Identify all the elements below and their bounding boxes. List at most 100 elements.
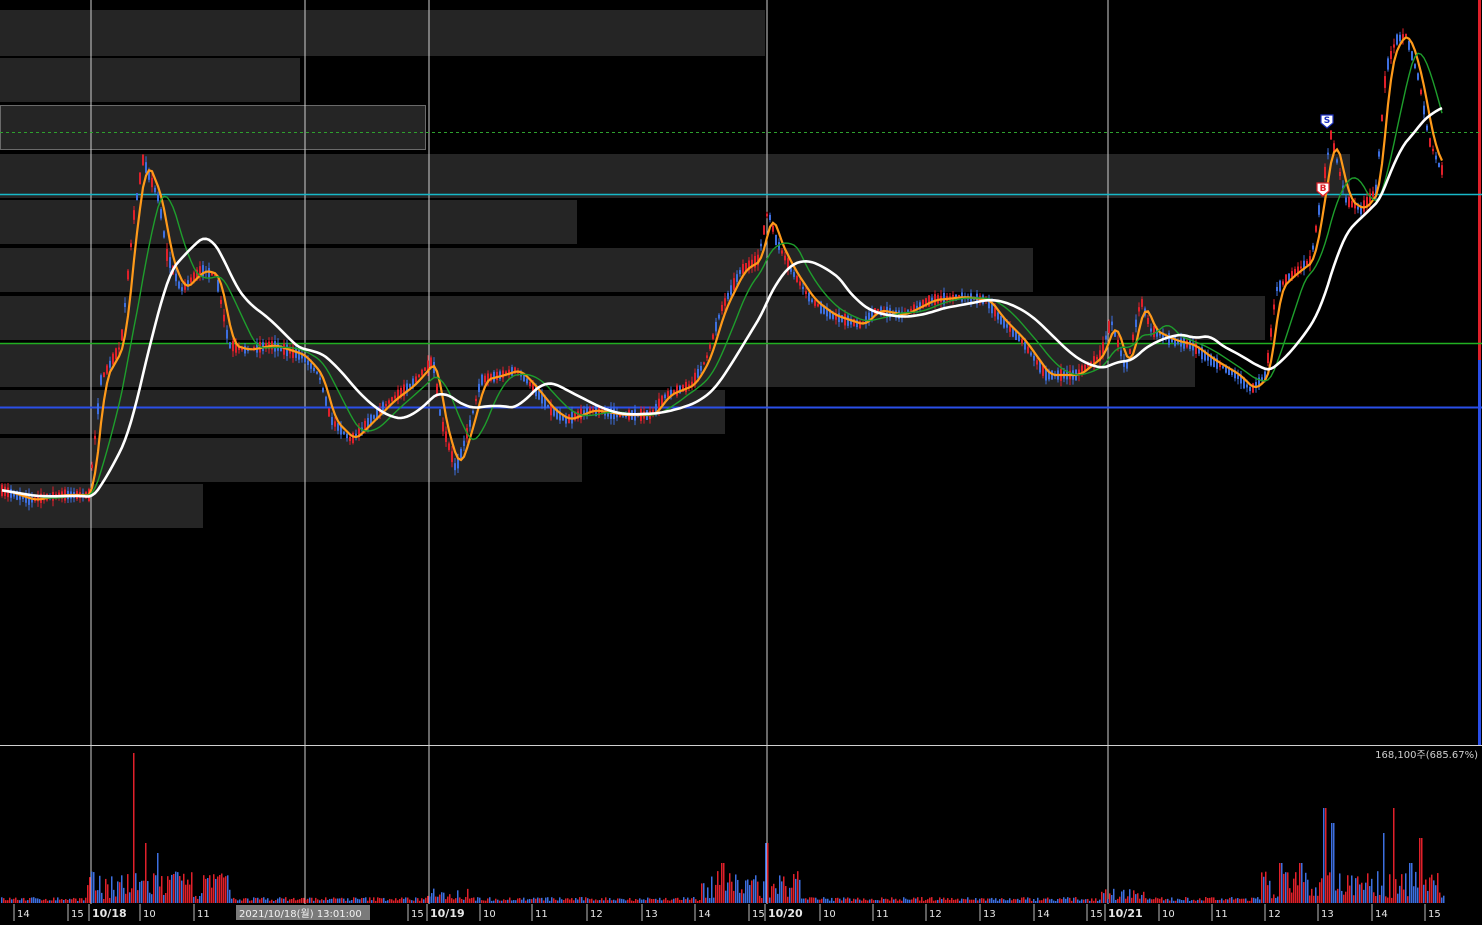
candle [343, 431, 345, 435]
volume-bar [185, 884, 187, 903]
volume-bar [1225, 899, 1227, 903]
volume-bar [113, 889, 115, 903]
volume-bar [865, 899, 867, 903]
volume-bar [217, 876, 219, 903]
volume-bar [1121, 891, 1123, 903]
volume-bar [1241, 898, 1243, 903]
volume-bar [707, 887, 709, 903]
volume-bar [1091, 898, 1093, 903]
x-axis-tick-label: 10 [1162, 909, 1175, 920]
volume-bar [955, 899, 957, 903]
volume-bar [1051, 898, 1053, 903]
volume-bar [377, 897, 379, 903]
volume-bar [181, 880, 183, 903]
volume-bar [149, 892, 151, 903]
volume-bar [621, 898, 623, 903]
volume-bar [121, 875, 123, 903]
volume-bar [407, 897, 409, 903]
candle [190, 277, 192, 283]
chart-root[interactable]: S B 168,100주(685.67%) 14 15 10/18 10 11 15 10/19… [0, 0, 1482, 921]
volume-bar [703, 883, 705, 903]
volume-bar [763, 881, 765, 903]
candle [472, 410, 474, 414]
candle [10, 488, 12, 498]
volume-bar [1417, 887, 1419, 903]
candle [331, 417, 333, 425]
candle [1108, 321, 1110, 333]
candle [802, 286, 804, 290]
candle [1030, 352, 1032, 356]
volume-bar [159, 886, 161, 903]
volume-bar [1159, 898, 1161, 903]
candle [1282, 281, 1284, 285]
volume-bar [699, 900, 701, 903]
volume-bar [647, 897, 649, 903]
volume-bar [851, 900, 853, 903]
volume-bar [963, 898, 965, 903]
volume-bar [501, 900, 503, 903]
volume-bar [517, 898, 519, 903]
volume-bar [901, 900, 903, 903]
volume-bar [1253, 897, 1255, 903]
volume-bar [1345, 891, 1347, 903]
volume-bar [469, 898, 471, 903]
volume-bar [337, 898, 339, 903]
volume-bar [1331, 823, 1333, 903]
volume-bar [839, 898, 841, 903]
x-axis-tick-label: 11 [876, 909, 889, 920]
volume-bar [917, 897, 919, 903]
volume-bar [1097, 900, 1099, 903]
volume-bar [853, 898, 855, 903]
volume-bar [1391, 897, 1393, 903]
volume-bar [157, 853, 159, 903]
volume-bar [1213, 897, 1215, 903]
volume-bar [589, 899, 591, 903]
volume-bar [1183, 900, 1185, 903]
volume-bar [941, 899, 943, 903]
volume-bar [225, 876, 227, 903]
volume-bar [751, 880, 753, 903]
candle [181, 287, 183, 291]
volume-bar [837, 897, 839, 903]
volume-bar [1397, 893, 1399, 903]
volume-bar [403, 898, 405, 903]
volume-bar [1423, 884, 1425, 903]
volume-bar [1273, 894, 1275, 903]
candle [103, 372, 105, 377]
volume-bar [1275, 897, 1277, 903]
volume-bar [1341, 890, 1343, 903]
volume-bar [203, 875, 205, 903]
x-axis-tick-label: 15 [1090, 909, 1103, 920]
volume-bar [1177, 898, 1179, 903]
volume-bar [79, 898, 81, 903]
volume-bar [1107, 899, 1109, 903]
volume-bar [807, 899, 809, 903]
x-axis-tick-label: 14 [1375, 909, 1388, 920]
candle [724, 298, 726, 306]
volume-bar [905, 898, 907, 903]
volume-bar [975, 898, 977, 903]
volume-bar [1017, 898, 1019, 903]
volume-bar [69, 898, 71, 903]
volume-bar [771, 886, 773, 903]
candle [1270, 328, 1272, 337]
volume-bar [75, 898, 77, 903]
candle [799, 281, 801, 286]
candle [424, 367, 426, 371]
volume-bar [107, 884, 109, 903]
volume-bar [119, 882, 121, 903]
volume-bar [1139, 898, 1141, 903]
candle [1018, 334, 1020, 342]
candle [124, 303, 126, 307]
volume-bar [1189, 900, 1191, 903]
volume-bar [95, 890, 97, 903]
volume-bar [1019, 900, 1021, 903]
volume-bar [631, 900, 633, 903]
price-chart[interactable]: S B 168,100주(685.67%) 14 15 10/18 10 11 15 10/19… [0, 0, 1482, 921]
volume-bar [1207, 897, 1209, 903]
candle [685, 381, 687, 393]
candle [385, 403, 387, 407]
volume-bar [57, 897, 59, 903]
x-axis-tick-label: 15 [1428, 909, 1441, 920]
volume-bar [1045, 898, 1047, 903]
